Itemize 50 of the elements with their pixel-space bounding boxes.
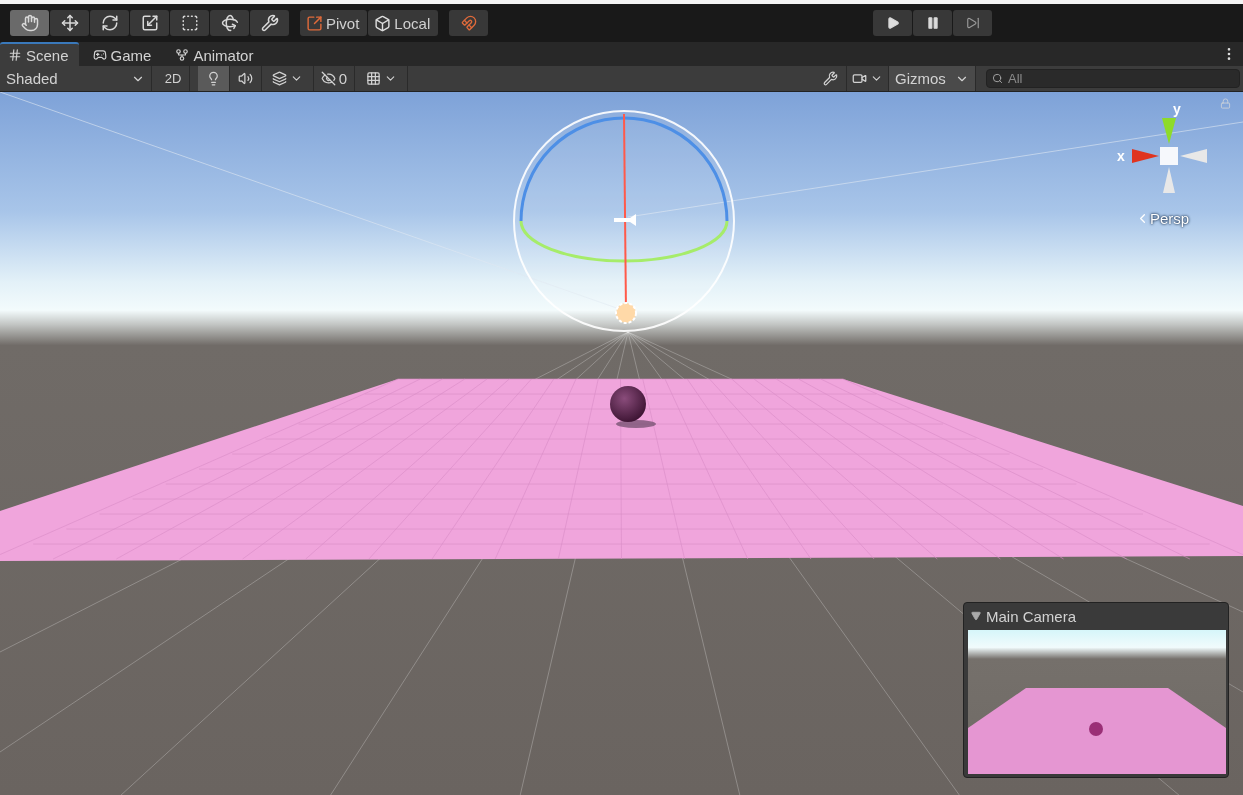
rect-icon <box>180 14 199 32</box>
pause-button[interactable] <box>913 10 952 36</box>
layers-icon <box>272 71 287 86</box>
lightbulb-icon <box>206 71 221 86</box>
animator-icon <box>175 48 190 62</box>
search-field[interactable]: All <box>986 69 1240 88</box>
search-icon <box>992 73 1003 84</box>
magnet-icon <box>460 15 477 31</box>
step-button[interactable] <box>953 10 992 36</box>
hand-icon <box>20 14 39 32</box>
grid-icon <box>365 71 381 86</box>
triangle-icon <box>971 611 981 622</box>
panel-tab[interactable]: Animator <box>167 42 264 66</box>
panel-tab[interactable]: Game <box>84 42 162 66</box>
collapse-button[interactable] <box>971 611 981 622</box>
wrench-icon <box>260 14 279 32</box>
play-button[interactable] <box>873 10 912 36</box>
wrench-icon <box>823 71 838 86</box>
transform-icon <box>220 14 239 32</box>
pause-icon <box>925 16 940 30</box>
panel-tab[interactable]: Scene <box>0 42 79 66</box>
transform-tool-button[interactable] <box>210 10 249 36</box>
move-arrows-icon <box>60 14 79 32</box>
rotate-tool-button[interactable] <box>90 10 129 36</box>
pivot-icon <box>306 14 323 32</box>
rect-tool-button[interactable] <box>170 10 209 36</box>
axis-gizmo-drawing[interactable] <box>1132 118 1207 193</box>
scale-icon <box>140 14 159 32</box>
custom-tool-button[interactable] <box>250 10 289 36</box>
lighting-toggle[interactable] <box>198 66 230 91</box>
grid-snap-button[interactable] <box>449 10 489 36</box>
step-icon <box>965 16 980 30</box>
axis-label: y <box>1173 102 1181 116</box>
local-button[interactable]: Local <box>368 10 439 36</box>
play-icon <box>885 16 900 30</box>
scale-tool-button[interactable] <box>130 10 169 36</box>
gamepad-icon <box>92 48 107 62</box>
camera-preview-title: Main Camera <box>986 607 1077 625</box>
pivot-button[interactable]: Pivot <box>300 10 368 36</box>
video-camera-icon <box>852 71 867 86</box>
rotate-arrows-icon <box>100 14 119 32</box>
cube-icon <box>374 14 392 32</box>
move-tool-button[interactable] <box>50 10 89 36</box>
gizmos-dropdown[interactable]: Gizmos <box>889 66 976 91</box>
grid-hash-icon <box>8 48 22 62</box>
axis-label: x <box>1117 149 1125 163</box>
eye-off-icon <box>320 71 336 86</box>
speaker-icon <box>238 71 253 86</box>
lock-icon <box>1220 98 1231 109</box>
hand-tool-button[interactable] <box>10 10 49 36</box>
